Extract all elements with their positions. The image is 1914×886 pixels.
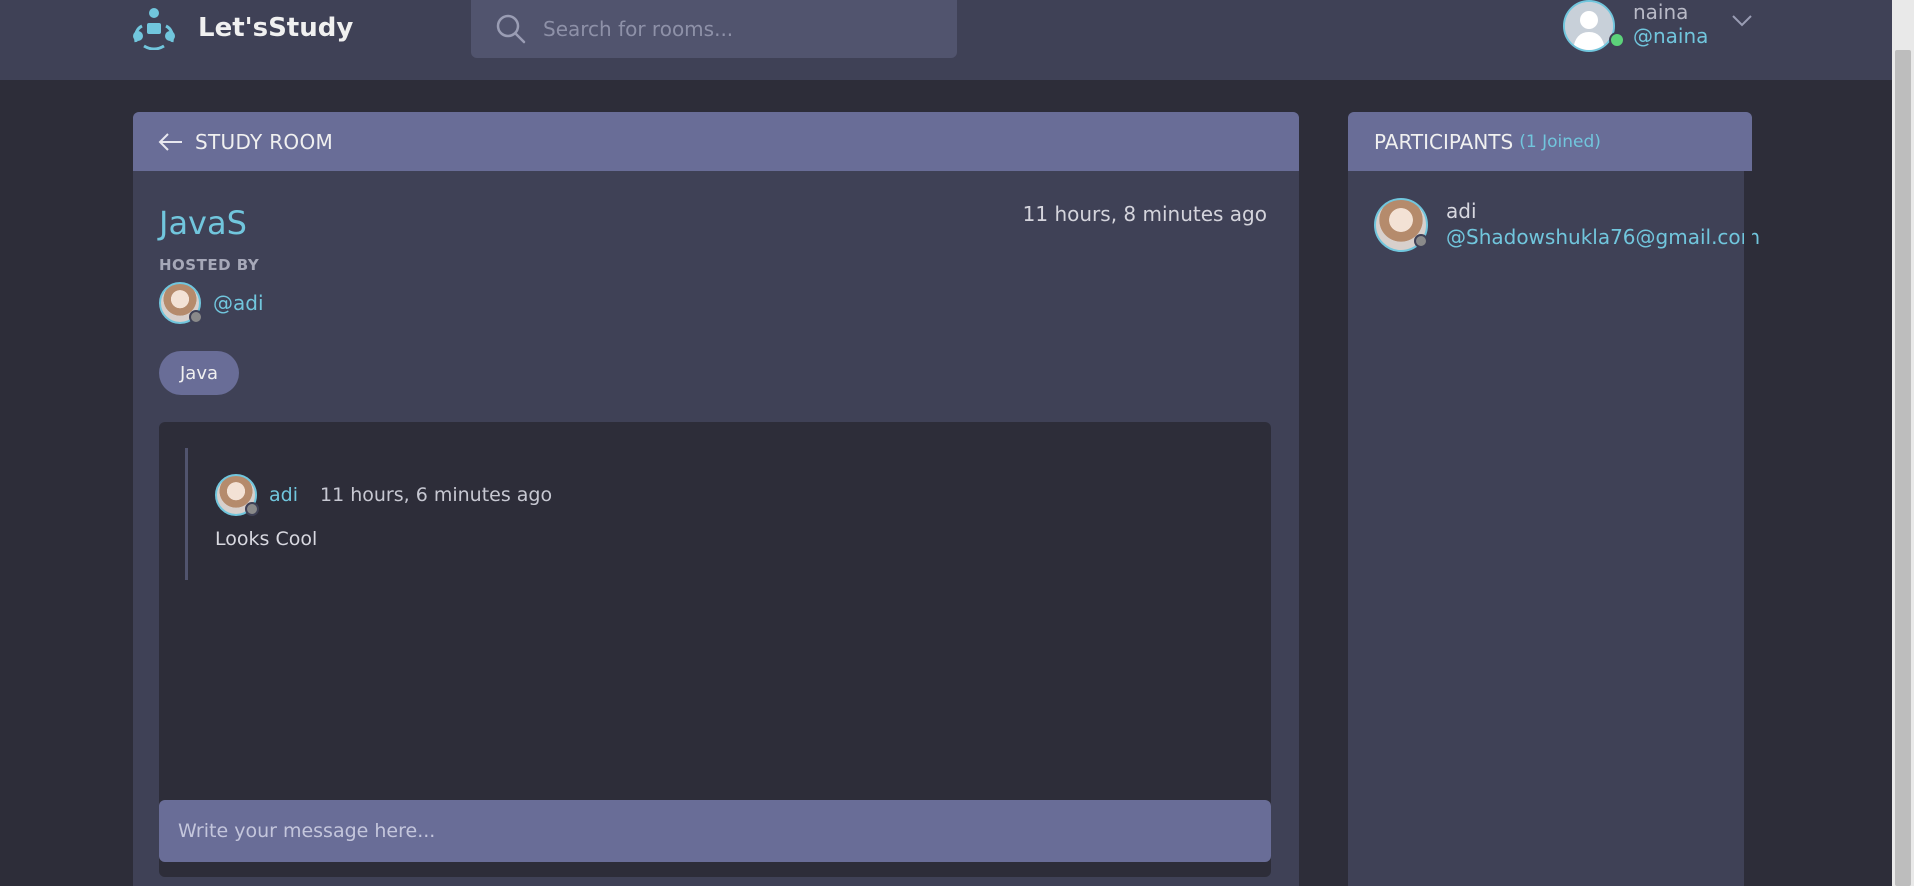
participant-handle[interactable]: @Shadowshukla76@gmail.com: [1446, 224, 1760, 250]
search-bar: [471, 0, 957, 58]
participants-header: PARTICIPANTS (1 Joined): [1348, 112, 1752, 171]
room-created-time: 11 hours, 8 minutes ago: [1022, 202, 1267, 226]
message-input[interactable]: [176, 819, 1250, 843]
room-panel-title: STUDY ROOM: [195, 129, 334, 154]
topic-tag[interactable]: Java: [159, 351, 239, 395]
chevron-down-icon[interactable]: [1730, 10, 1754, 30]
logo-icon: [133, 8, 175, 50]
participants-panel: PARTICIPANTS (1 Joined) adi @Shadowshukl…: [1348, 112, 1760, 886]
participants-title: PARTICIPANTS: [1374, 129, 1514, 154]
user-handle: @naina: [1633, 24, 1709, 48]
scrollbar-thumb[interactable]: [1895, 50, 1911, 886]
message-header: adi 11 hours, 6 minutes ago: [215, 474, 552, 516]
room-title: JavaS: [159, 204, 247, 242]
message-author-link[interactable]: adi: [269, 484, 298, 506]
participant-item[interactable]: adi @Shadowshukla76@gmail.com: [1374, 198, 1760, 252]
participant-info: adi @Shadowshukla76@gmail.com: [1446, 198, 1760, 250]
user-info: naina @naina: [1633, 0, 1708, 48]
user-silhouette-icon: [1565, 2, 1613, 50]
logo-link[interactable]: Let'sStudy: [130, 6, 353, 50]
user-avatar[interactable]: [1563, 0, 1615, 52]
search-icon: [496, 14, 526, 44]
room-host[interactable]: @adi: [159, 282, 264, 324]
participant-name: adi: [1446, 199, 1477, 223]
message-composer: [159, 800, 1271, 862]
study-room-panel: STUDY ROOM JavaS 11 hours, 8 minutes ago…: [133, 112, 1299, 886]
author-status-dot: [245, 502, 259, 516]
brand-name: Let'sStudy: [198, 13, 354, 43]
participant-status-dot: [1414, 234, 1428, 248]
message-time: 11 hours, 6 minutes ago: [319, 484, 553, 506]
host-status-dot: [189, 310, 203, 324]
user-menu[interactable]: naina @naina: [1563, 0, 1708, 52]
hosted-by-label: HOSTED BY: [159, 256, 260, 274]
online-status-dot: [1609, 32, 1625, 48]
message-item: adi 11 hours, 6 minutes ago Looks Cool: [185, 448, 1248, 580]
host-handle-link[interactable]: @adi: [213, 291, 264, 315]
conversation-thread[interactable]: adi 11 hours, 6 minutes ago Looks Cool: [159, 422, 1271, 877]
top-navbar: Let'sStudy naina @naina: [0, 0, 1892, 80]
user-name: naina: [1633, 0, 1689, 24]
room-panel-header: STUDY ROOM: [133, 112, 1299, 171]
back-arrow-icon[interactable]: [157, 130, 185, 154]
participants-scroll-edge: [1744, 171, 1752, 886]
search-input[interactable]: [541, 16, 945, 42]
participants-count: (1 Joined): [1519, 131, 1601, 152]
message-body: Looks Cool: [215, 528, 318, 550]
